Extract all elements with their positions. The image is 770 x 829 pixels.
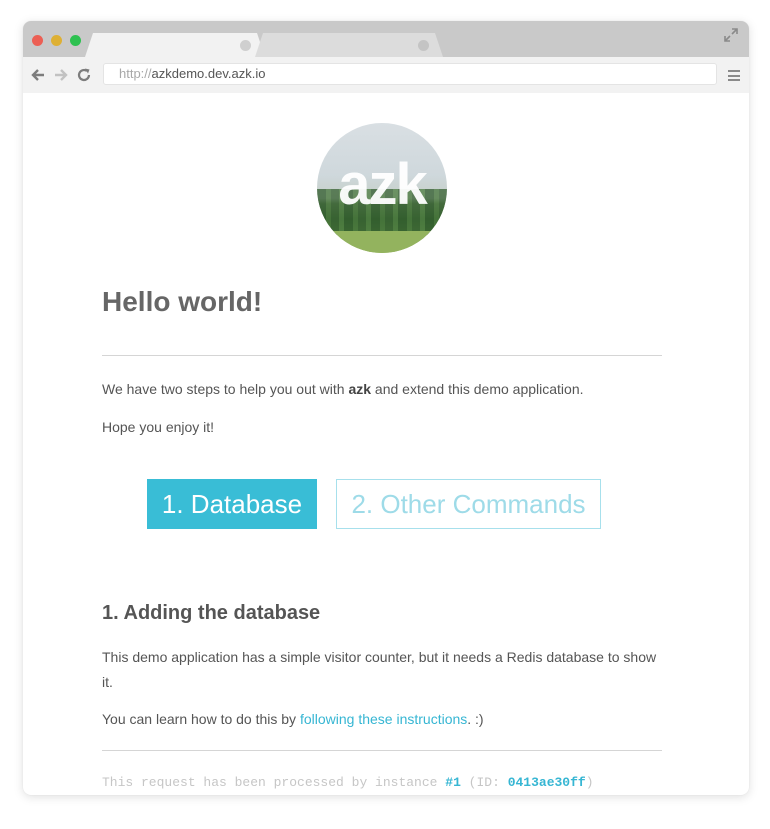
address-bar[interactable]: http://azkdemo.dev.azk.io: [103, 63, 717, 85]
intro-text: We have two steps to help you out with a…: [102, 381, 584, 397]
hamburger-menu-icon[interactable]: [728, 70, 740, 81]
database-step-button[interactable]: 1. Database: [147, 479, 317, 529]
other-commands-step-button[interactable]: 2. Other Commands: [336, 479, 601, 529]
forward-arrow-icon[interactable]: [53, 67, 69, 83]
learn-text: You can learn how to do this by followin…: [102, 711, 484, 727]
back-arrow-icon[interactable]: [30, 67, 46, 83]
logo-text: azk: [338, 152, 428, 217]
close-window-button[interactable]: [32, 35, 43, 46]
tab-dot-icon: [418, 40, 429, 51]
footer-divider: [102, 750, 662, 751]
tab-dot-icon: [240, 40, 251, 51]
section-title: 1. Adding the database: [102, 602, 321, 624]
page-title: Hello world!: [102, 286, 263, 317]
title-bar: [23, 21, 749, 57]
browser-tab-active[interactable]: [85, 33, 265, 57]
page-content: azk Hello world! We have two steps to he…: [23, 93, 749, 795]
instance-footer: This request has been processed by insta…: [102, 775, 594, 790]
section-description: This demo application has a simple visit…: [102, 649, 657, 690]
url-host: azkdemo.dev.azk.io: [151, 66, 266, 81]
browser-tab-inactive[interactable]: [255, 33, 443, 57]
enjoy-text: Hope you enjoy it!: [102, 419, 215, 435]
logo-field: [317, 231, 447, 253]
instance-number: #1: [445, 775, 461, 790]
browser-toolbar: http://azkdemo.dev.azk.io: [23, 57, 749, 93]
intro-bold: azk: [348, 381, 372, 397]
expand-icon[interactable]: [724, 28, 738, 42]
instructions-link[interactable]: following these instructions: [300, 711, 467, 727]
minimize-window-button[interactable]: [51, 35, 62, 46]
reload-icon[interactable]: [76, 67, 92, 83]
url-protocol: http://: [119, 66, 152, 81]
maximize-window-button[interactable]: [70, 35, 81, 46]
browser-window: http://azkdemo.dev.azk.io azk Hello worl…: [23, 21, 749, 795]
divider: [102, 355, 662, 356]
azk-logo: azk: [317, 123, 447, 253]
instance-id: 0413ae30ff: [507, 775, 586, 790]
